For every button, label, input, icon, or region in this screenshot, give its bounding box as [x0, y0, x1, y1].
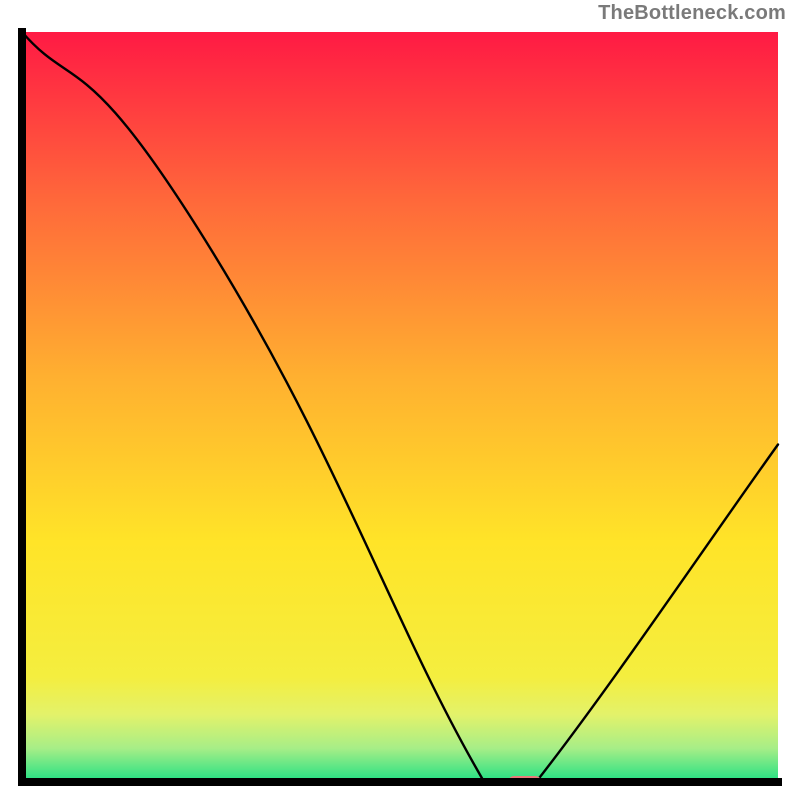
watermark-text: TheBottleneck.com [598, 2, 786, 25]
gradient-background [22, 32, 778, 782]
bottleneck-chart [18, 28, 782, 786]
chart-svg [18, 28, 782, 786]
